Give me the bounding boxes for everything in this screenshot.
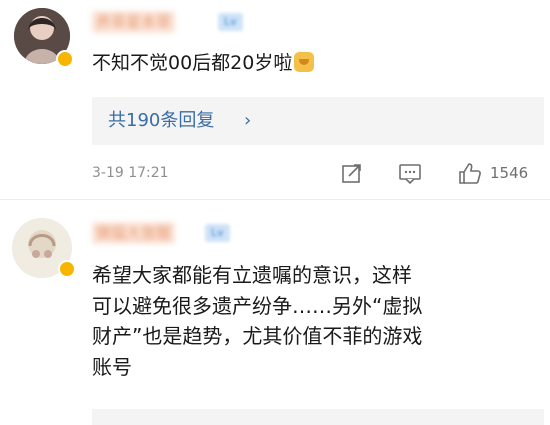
verified-badge bbox=[56, 50, 74, 68]
share-icon[interactable] bbox=[340, 162, 364, 184]
comment-icon[interactable] bbox=[398, 162, 422, 184]
comment-text-line: 账号 bbox=[92, 354, 132, 379]
replies-panel[interactable]: 共190条回复 › bbox=[92, 97, 544, 145]
comment-text-line: 可以避免很多遗产纷争……另外“虚拟 bbox=[92, 293, 423, 318]
comment-item-2: 懒猫大曾醒 Lv 希望大家都能有立遗嘱的意识，这样 可以避免很多遗产纷争……另外… bbox=[0, 200, 550, 425]
verified-badge bbox=[58, 260, 76, 278]
comment-text-line: 希望大家都能有立遗嘱的意识，这样 bbox=[92, 263, 412, 287]
view-replies-link[interactable]: 共190条回复 bbox=[108, 109, 214, 133]
like-count: 1546 bbox=[490, 164, 529, 182]
comment-text: 希望大家都能有立遗嘱的意识，这样 可以避免很多遗产纷争……另外“虚拟 财产”也是… bbox=[92, 260, 532, 382]
chevron-right-icon: › bbox=[244, 110, 252, 131]
comment-text: 不知不觉00后都20岁啦 bbox=[92, 50, 315, 76]
dog-emoji-icon bbox=[294, 52, 315, 72]
comment-item-1: 养草星本草 Lv 不知不觉00后都20岁啦 共190条回复 › 3-19 17:… bbox=[0, 0, 550, 200]
username[interactable]: 养草星本草 bbox=[92, 11, 176, 33]
level-badge: Lv bbox=[205, 224, 230, 242]
timestamp: 3-19 17:21 bbox=[92, 165, 169, 181]
username[interactable]: 懒猫大曾醒 bbox=[92, 222, 176, 244]
comment-text-line: 财产”也是趋势，尤其价值不菲的游戏 bbox=[92, 324, 423, 348]
thumbs-up-icon[interactable] bbox=[458, 162, 482, 184]
replies-panel-partial[interactable] bbox=[92, 409, 544, 425]
level-badge: Lv bbox=[218, 13, 243, 31]
